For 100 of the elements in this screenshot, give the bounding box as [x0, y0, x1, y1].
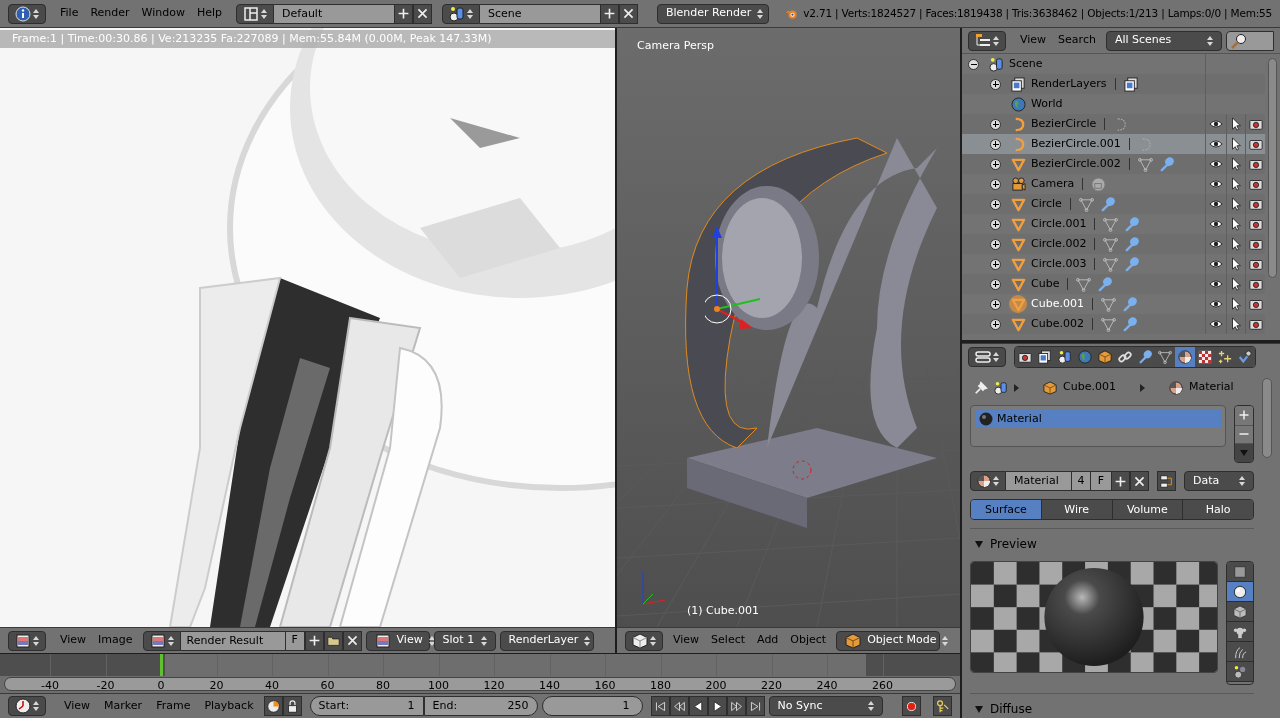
open-button[interactable]: [323, 630, 343, 651]
object-name[interactable]: Scene: [1009, 55, 1043, 73]
fake-user-button[interactable]: F: [1091, 471, 1111, 491]
expand-toggle[interactable]: [990, 138, 1001, 150]
end-frame-field[interactable]: End: 250: [423, 696, 538, 716]
close-button[interactable]: [342, 630, 362, 651]
menu-item[interactable]: Playback: [198, 696, 260, 716]
material-type-tab[interactable]: Wire: [1040, 500, 1112, 519]
slot-menu-button[interactable]: [1235, 443, 1253, 462]
expand-toggle[interactable]: [990, 178, 1001, 190]
expand-toggle[interactable]: [990, 218, 1001, 230]
add-button[interactable]: [394, 3, 414, 24]
expand-toggle[interactable]: [990, 158, 1001, 170]
material-browse-button[interactable]: [970, 471, 1006, 491]
object-name[interactable]: World: [1031, 95, 1063, 113]
editor-type-button[interactable]: [8, 696, 46, 716]
add-button[interactable]: [600, 3, 620, 24]
menu-item[interactable]: View: [54, 630, 93, 651]
menu-item[interactable]: Help: [190, 3, 229, 24]
object-name[interactable]: BezierCircle: [1031, 115, 1097, 133]
disclosure-triangle-icon[interactable]: [974, 539, 984, 549]
expand-toggle[interactable]: [990, 78, 1001, 90]
menu-item[interactable]: Search: [1052, 30, 1102, 51]
search-field[interactable]: [1225, 30, 1274, 51]
menu-item[interactable]: File: [54, 3, 85, 24]
preview-shape-button[interactable]: [1227, 622, 1253, 642]
expand-toggle[interactable]: [990, 298, 1001, 310]
current-frame-field[interactable]: 1: [541, 696, 643, 716]
material-name-field[interactable]: Material: [1006, 471, 1071, 491]
preview-shape-button[interactable]: [1227, 662, 1253, 682]
menu-item[interactable]: Add: [751, 630, 785, 651]
menu-item[interactable]: View: [1014, 30, 1053, 51]
layout-selector[interactable]: [236, 3, 275, 24]
auto-keying-button[interactable]: [263, 696, 283, 716]
link-dropdown[interactable]: Data: [1184, 471, 1254, 491]
display-mode-dropdown[interactable]: All Scenes: [1105, 30, 1222, 51]
add-button[interactable]: [1111, 471, 1130, 491]
editor-type-button[interactable]: [968, 30, 1006, 51]
scrollbar[interactable]: [1262, 378, 1272, 458]
nodes-button[interactable]: [1157, 471, 1176, 491]
object-name[interactable]: Circle.002: [1031, 235, 1087, 253]
context-tab[interactable]: [1175, 347, 1195, 367]
object-name[interactable]: Circle.001: [1031, 215, 1087, 233]
material-slot[interactable]: Material: [975, 410, 1221, 428]
sync-dropdown[interactable]: No Sync: [768, 696, 883, 716]
context-tab[interactable]: [1015, 347, 1035, 367]
context-tab[interactable]: [1035, 347, 1055, 367]
menu-item[interactable]: Window: [135, 3, 191, 24]
expand-toggle[interactable]: [990, 318, 1001, 330]
object-name[interactable]: Circle: [1031, 195, 1062, 213]
preview-shape-button[interactable]: [1227, 642, 1253, 662]
menu-item[interactable]: Render: [84, 3, 136, 24]
preview-shape-button[interactable]: [1227, 582, 1253, 602]
add-button[interactable]: [304, 630, 324, 651]
material-type-tab[interactable]: Halo: [1182, 500, 1253, 519]
image-name-field[interactable]: Render Result: [180, 630, 285, 651]
object-name[interactable]: Circle.003: [1031, 255, 1087, 273]
context-tab[interactable]: [1235, 347, 1255, 367]
fake-user-button[interactable]: F: [284, 630, 305, 651]
menu-item[interactable]: Object: [784, 630, 833, 651]
context-tab[interactable]: [1195, 347, 1215, 367]
editor-type-button[interactable]: [8, 630, 46, 651]
menu-item[interactable]: View: [58, 696, 97, 716]
object-name[interactable]: Cube: [1031, 275, 1060, 293]
preview-shape-button[interactable]: [1227, 602, 1253, 622]
record-button[interactable]: [902, 696, 922, 716]
layout-name-field[interactable]: Default: [274, 3, 395, 24]
editor-type-button[interactable]: [8, 3, 46, 24]
user-count[interactable]: 4: [1071, 471, 1091, 491]
scrollbar[interactable]: [1268, 58, 1277, 278]
playback-button[interactable]: [650, 696, 670, 716]
disclosure-triangle-icon[interactable]: [974, 704, 984, 714]
object-name[interactable]: Cube.002: [1031, 315, 1084, 333]
menu-item[interactable]: Image: [92, 630, 139, 651]
panel-title[interactable]: Preview: [990, 535, 1037, 553]
editor-type-button[interactable]: [625, 630, 663, 651]
close-button[interactable]: [413, 3, 433, 24]
menu-item[interactable]: Select: [705, 630, 752, 651]
collapse-toggle[interactable]: [968, 58, 979, 70]
close-button[interactable]: [1130, 471, 1149, 491]
render-engine-dropdown[interactable]: Blender Render: [656, 3, 769, 24]
render-layer-dropdown[interactable]: RenderLayer: [499, 630, 594, 651]
expand-toggle[interactable]: [990, 238, 1001, 250]
expand-toggle[interactable]: [990, 118, 1001, 130]
expand-toggle[interactable]: [990, 198, 1001, 210]
panel-title[interactable]: Diffuse: [990, 700, 1033, 718]
scene-selector[interactable]: [442, 3, 481, 24]
close-button[interactable]: [619, 3, 639, 24]
scene-name-field[interactable]: Scene: [480, 3, 601, 24]
timeline-ruler[interactable]: [4, 677, 956, 691]
add-slot-button[interactable]: [1235, 406, 1253, 425]
menu-item[interactable]: Marker: [98, 696, 149, 716]
expand-toggle[interactable]: [990, 278, 1001, 290]
image-browse-button[interactable]: [142, 630, 181, 651]
object-name[interactable]: Camera: [1031, 175, 1075, 193]
material-type-tab[interactable]: Volume: [1111, 500, 1183, 519]
menu-item[interactable]: View: [667, 630, 706, 651]
context-tab[interactable]: [1215, 347, 1235, 367]
editor-type-button[interactable]: [968, 347, 1006, 367]
object-name[interactable]: Cube.001: [1031, 295, 1084, 313]
